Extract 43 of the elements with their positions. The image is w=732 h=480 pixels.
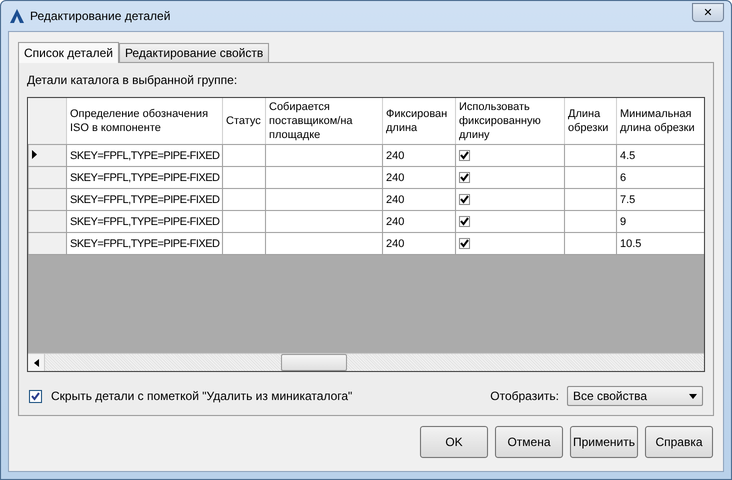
dialog-button[interactable]: OK: [420, 426, 488, 458]
column-header[interactable]: Использовать фиксированную длину: [456, 98, 564, 144]
horizontal-scrollbar[interactable]: [28, 353, 704, 371]
scroll-thumb[interactable]: [281, 354, 347, 371]
window-title: Редактирование деталей: [30, 9, 170, 23]
tab[interactable]: Список деталей: [18, 42, 119, 63]
scroll-left-button[interactable]: [28, 354, 45, 371]
checkbox[interactable]: [459, 216, 470, 228]
left-arrow-icon: [34, 358, 38, 366]
checkbox[interactable]: [459, 194, 470, 206]
checkbox[interactable]: [29, 390, 42, 402]
close-button[interactable]: ✕: [692, 2, 724, 22]
table-cell: 240: [382, 232, 456, 254]
column-header[interactable]: Собирается поставщиком/на площадке: [266, 98, 382, 144]
table-cell: 240: [382, 188, 456, 210]
display-label: Отобразить:: [490, 389, 559, 403]
table-cell: 240: [382, 210, 456, 232]
table-cell: 240: [382, 144, 456, 166]
column-header[interactable]: Определение обозначения ISO в компоненте: [66, 98, 222, 144]
column-header[interactable]: Минимальная длина обрезки: [616, 98, 704, 144]
checkbox-label: Скрыть детали с пометкой "Удалить из миникаталога": [51, 389, 352, 403]
table-cell: SKEY=FPFL,TYPE=PIPE-FIXED: [66, 188, 222, 210]
checkbox[interactable]: [459, 238, 470, 250]
dialog-button[interactable]: Отмена: [495, 426, 563, 458]
checkbox[interactable]: [459, 150, 470, 162]
dropdown-arrow-icon: [689, 394, 697, 398]
column-header[interactable]: Фиксирован длина: [382, 98, 456, 144]
table-cell: SKEY=FPFL,TYPE=PIPE-FIXED: [66, 232, 222, 254]
checkbox[interactable]: [459, 172, 470, 184]
dialog-button[interactable]: Применить: [570, 426, 638, 458]
column-header[interactable]: Статус: [222, 98, 266, 144]
grid-caption: Детали каталога в выбранной группе:: [27, 73, 238, 89]
table-cell: SKEY=FPFL,TYPE=PIPE-FIXED: [66, 166, 222, 188]
table-cell: SKEY=FPFL,TYPE=PIPE-FIXED: [66, 144, 222, 166]
row-header[interactable]: [28, 144, 66, 166]
column-header[interactable]: Длина обрезки: [564, 98, 616, 144]
display-dropdown[interactable]: Все свойства: [567, 386, 703, 406]
dialog-button[interactable]: Справка: [645, 426, 713, 458]
tab[interactable]: Редактирование свойств: [118, 43, 270, 62]
current-row-icon: [32, 150, 37, 158]
app-logo-icon: [10, 9, 24, 23]
table-cell: SKEY=FPFL,TYPE=PIPE-FIXED: [66, 210, 222, 232]
table-cell: 240: [382, 166, 456, 188]
